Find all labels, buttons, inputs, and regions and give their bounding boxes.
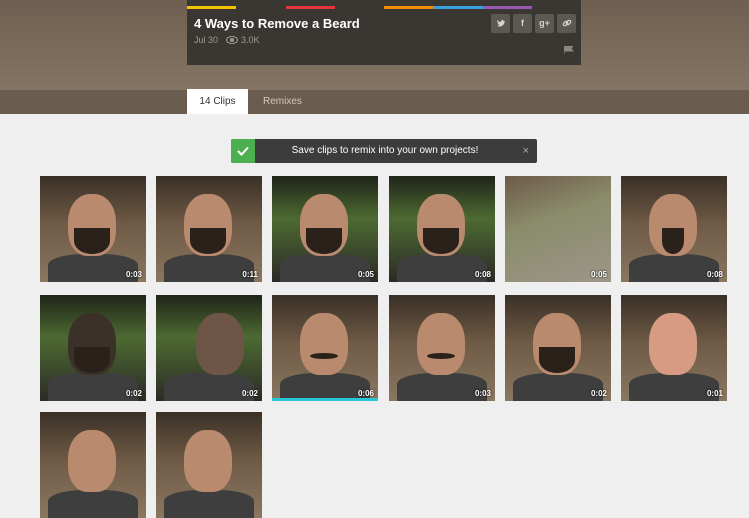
clip-duration: 0:06 [357,389,374,398]
tab-clips[interactable]: 14 Clips [187,89,248,114]
clip-person-shirt [397,373,487,401]
notice-message: Save clips to remix into your own projec… [291,145,479,156]
clip-duration: 0:02 [125,389,142,398]
twitter-icon [496,19,505,27]
clip-person-face [649,313,697,375]
stripe-segment [433,6,483,9]
facebook-icon: f [521,18,524,28]
check-icon-container [231,139,255,163]
stripe-segment [285,6,335,9]
video-date: Jul 30 [194,35,219,45]
clip-person-mustache [427,353,455,359]
twitter-share-button[interactable] [491,14,510,33]
clip-person-beard [423,228,459,254]
clip-thumbnail[interactable]: 0:01 [621,295,727,401]
clip-person-shirt [48,254,138,282]
clip-person-shirt [164,254,254,282]
google-plus-icon: g+ [539,18,550,28]
clip-person-shirt [48,490,138,518]
clip-duration: 0:03 [125,270,142,279]
clip-person-shirt [164,490,254,518]
clip-thumbnail[interactable]: 0:05 [505,176,611,282]
color-stripe [187,6,581,9]
clip-person-shirt [629,254,719,282]
clip-duration: 0:08 [474,270,491,279]
video-info-card: 4 Ways to Remove a Beard Jul 30 3.0K f g+ [187,0,581,65]
stripe-segment [236,6,286,9]
tab-bar-background [0,90,749,114]
clip-person-beard [539,347,575,373]
video-meta: Jul 30 3.0K [194,35,260,45]
clip-duration: 0:01 [706,389,723,398]
copy-link-button[interactable] [557,14,576,33]
clip-person-shirt [48,373,138,401]
clip-thumbnail[interactable]: 0:03 [389,295,495,401]
view-count: 3.0K [241,35,260,45]
clip-person-beard [662,228,684,254]
clip-person-mustache [310,353,338,359]
stripe-segment [482,6,532,9]
clip-person-face [68,430,116,492]
clip-thumbnail[interactable] [40,412,146,518]
stripe-segment [531,6,581,9]
clip-person-beard [74,228,110,254]
stripe-segment [334,6,384,9]
clip-person-shirt [513,373,603,401]
clip-duration: 0:11 [242,270,258,279]
link-icon [562,19,571,27]
facebook-share-button[interactable]: f [513,14,532,33]
video-title: 4 Ways to Remove a Beard [194,16,360,31]
clip-person-beard [306,228,342,254]
google-plus-share-button[interactable]: g+ [535,14,554,33]
clip-person-shirt [629,373,719,401]
clip-person-shirt [280,254,370,282]
clip-duration: 0:03 [474,389,491,398]
report-flag-icon[interactable] [564,46,574,54]
save-clips-notice: Save clips to remix into your own projec… [231,139,537,163]
clip-person-shirt [280,373,370,401]
clip-thumbnail[interactable]: 0:11 [156,176,262,282]
clip-person-face [417,313,465,375]
eye-icon [226,36,239,44]
clip-thumbnail[interactable] [156,412,262,518]
stripe-segment [187,6,237,9]
clip-person-beard [74,347,110,373]
clip-person-shirt [397,254,487,282]
clip-person-face [300,313,348,375]
clip-duration: 0:05 [590,270,607,279]
clip-thumbnail[interactable]: 0:03 [40,176,146,282]
stripe-segment [384,6,434,9]
clip-progress-bar [272,398,378,401]
clip-duration: 0:02 [590,389,607,398]
clip-thumbnail[interactable]: 0:02 [505,295,611,401]
clip-person-face [196,313,244,375]
clip-person-shirt [164,373,254,401]
clip-person-face [184,430,232,492]
clip-thumbnail[interactable]: 0:05 [272,176,378,282]
clip-thumbnail[interactable]: 0:02 [40,295,146,401]
clip-duration: 0:05 [357,270,374,279]
tab-remixes[interactable]: Remixes [251,89,314,114]
close-icon[interactable]: × [523,139,529,163]
clip-person-beard [190,228,226,254]
clip-duration: 0:02 [241,389,258,398]
clip-thumbnail[interactable]: 0:08 [621,176,727,282]
clip-thumbnail[interactable]: 0:08 [389,176,495,282]
clip-duration: 0:08 [706,270,723,279]
check-icon [237,146,249,156]
clip-thumbnail[interactable]: 0:02 [156,295,262,401]
clip-thumbnail[interactable]: 0:06 [272,295,378,401]
